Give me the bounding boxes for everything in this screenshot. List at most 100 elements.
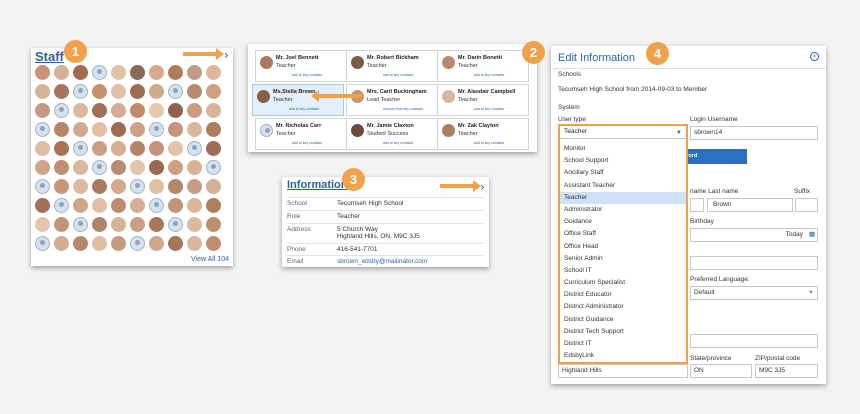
user-type-option[interactable]: Curriculum Specialist (560, 277, 686, 289)
avatar[interactable] (111, 236, 126, 251)
avatar[interactable] (54, 141, 69, 156)
key-contact-link[interactable]: add to key contacts (383, 141, 413, 145)
user-type-option[interactable]: District Educator (560, 289, 686, 301)
user-type-option[interactable]: EdsbyLink (560, 350, 686, 362)
user-type-option[interactable]: School Support (560, 155, 686, 167)
contact-card[interactable]: Mrs. Caril Buckingham Lead Teacher remove … (346, 84, 438, 116)
avatar[interactable] (35, 103, 50, 118)
avatar[interactable] (92, 103, 107, 118)
avatar[interactable] (111, 65, 126, 80)
avatar[interactable] (130, 198, 145, 213)
avatar[interactable] (54, 236, 69, 251)
key-contact-link[interactable]: add to key contacts (474, 73, 504, 77)
suffix-input[interactable] (795, 198, 818, 212)
user-type-dropdown[interactable]: Teacher ▼ Monitor School Support Ancillary… (558, 124, 688, 364)
avatar[interactable] (130, 103, 145, 118)
avatar[interactable] (111, 217, 126, 232)
avatar[interactable] (187, 65, 202, 80)
avatar-placeholder-icon[interactable] (168, 217, 183, 232)
user-type-option[interactable]: Monitor (560, 143, 686, 155)
key-contact-link[interactable]: add to key contacts (474, 141, 504, 145)
contact-card[interactable]: Mr. Jamie Claxton Student Success add to k… (346, 118, 438, 150)
avatar[interactable] (73, 160, 88, 175)
avatar[interactable] (149, 179, 164, 194)
avatar[interactable] (206, 236, 221, 251)
contact-card[interactable]: Mr. Robert Bickham Teacher add to key cont… (346, 50, 438, 82)
avatar[interactable] (35, 160, 50, 175)
avatar[interactable] (35, 217, 50, 232)
today-label[interactable]: Today (786, 229, 803, 241)
avatar[interactable] (92, 84, 107, 99)
avatar-placeholder-icon[interactable] (187, 141, 202, 156)
birthday-input[interactable]: Today ▦ (690, 228, 818, 242)
avatar[interactable] (206, 217, 221, 232)
avatar-placeholder-icon[interactable] (168, 84, 183, 99)
contact-card[interactable]: Mr. Joel Bennett Teacher add to key contac… (255, 50, 347, 82)
contact-name[interactable]: Ms.Stella Brown (273, 89, 315, 95)
key-contact-link[interactable]: remove from key contacts (383, 107, 423, 111)
avatar[interactable] (149, 160, 164, 175)
avatar-placeholder-icon[interactable] (206, 160, 221, 175)
avatar-placeholder-icon[interactable] (54, 198, 69, 213)
avatar[interactable] (54, 217, 69, 232)
avatar[interactable] (149, 84, 164, 99)
avatar[interactable] (149, 236, 164, 251)
avatar[interactable] (73, 179, 88, 194)
avatar[interactable] (111, 103, 126, 118)
avatar[interactable] (187, 103, 202, 118)
avatar[interactable] (73, 103, 88, 118)
calendar-icon[interactable]: ▦ (809, 229, 815, 241)
contact-card[interactable]: Mr. Darin Bonetti Teacher add to key conta… (437, 50, 529, 82)
avatar[interactable] (187, 217, 202, 232)
avatar[interactable] (35, 141, 50, 156)
avatar[interactable] (187, 84, 202, 99)
avatar[interactable] (54, 65, 69, 80)
chevron-down-icon[interactable]: ▼ (808, 287, 814, 299)
contact-name[interactable]: Mr. Jamie Claxton (367, 123, 414, 129)
avatar-placeholder-icon[interactable] (54, 103, 69, 118)
user-type-select[interactable]: Teacher ▼ (560, 126, 686, 139)
avatar[interactable] (168, 103, 183, 118)
avatar[interactable] (206, 141, 221, 156)
close-icon[interactable]: × (810, 52, 819, 61)
avatar[interactable] (149, 141, 164, 156)
information-title[interactable]: Information (287, 179, 348, 191)
avatar[interactable] (206, 84, 221, 99)
avatar[interactable] (54, 122, 69, 137)
avatar[interactable] (168, 65, 183, 80)
user-type-option[interactable]: Office Staff (560, 228, 686, 240)
avatar[interactable] (111, 122, 126, 137)
first-name-input[interactable] (690, 198, 704, 212)
avatar[interactable] (187, 122, 202, 137)
avatar[interactable] (130, 217, 145, 232)
contact-name[interactable]: Mr. Alasdair Campbell (458, 89, 515, 95)
user-type-option[interactable]: Ancillary Staff (560, 167, 686, 179)
avatar[interactable] (168, 236, 183, 251)
avatar[interactable] (149, 65, 164, 80)
avatar[interactable] (54, 84, 69, 99)
avatar-placeholder-icon[interactable] (130, 179, 145, 194)
avatar[interactable] (111, 84, 126, 99)
avatar[interactable] (92, 217, 107, 232)
avatar[interactable] (187, 198, 202, 213)
avatar[interactable] (168, 198, 183, 213)
avatar[interactable] (35, 84, 50, 99)
state-province-input[interactable]: ON (690, 364, 752, 378)
avatar[interactable] (206, 65, 221, 80)
avatar[interactable] (92, 141, 107, 156)
avatar[interactable] (73, 65, 88, 80)
avatar-placeholder-icon[interactable] (92, 160, 107, 175)
contact-name[interactable]: Mr. Robert Bickham (367, 55, 419, 61)
contact-card[interactable]: Mr. Nicholas Carr Teacher add to key conta… (255, 118, 347, 150)
avatar[interactable] (187, 179, 202, 194)
avatar-placeholder-icon[interactable] (130, 236, 145, 251)
avatar[interactable] (130, 160, 145, 175)
avatar-placeholder-icon[interactable] (35, 236, 50, 251)
staff-chevron-icon[interactable]: › (224, 48, 229, 62)
city-input[interactable]: Highland Hills (558, 364, 688, 378)
avatar-placeholder-icon[interactable] (35, 179, 50, 194)
avatar[interactable] (206, 198, 221, 213)
avatar-placeholder-icon[interactable] (149, 122, 164, 137)
user-type-option[interactable]: Teacher (560, 191, 686, 204)
view-all-link[interactable]: View All 104 (191, 256, 229, 263)
